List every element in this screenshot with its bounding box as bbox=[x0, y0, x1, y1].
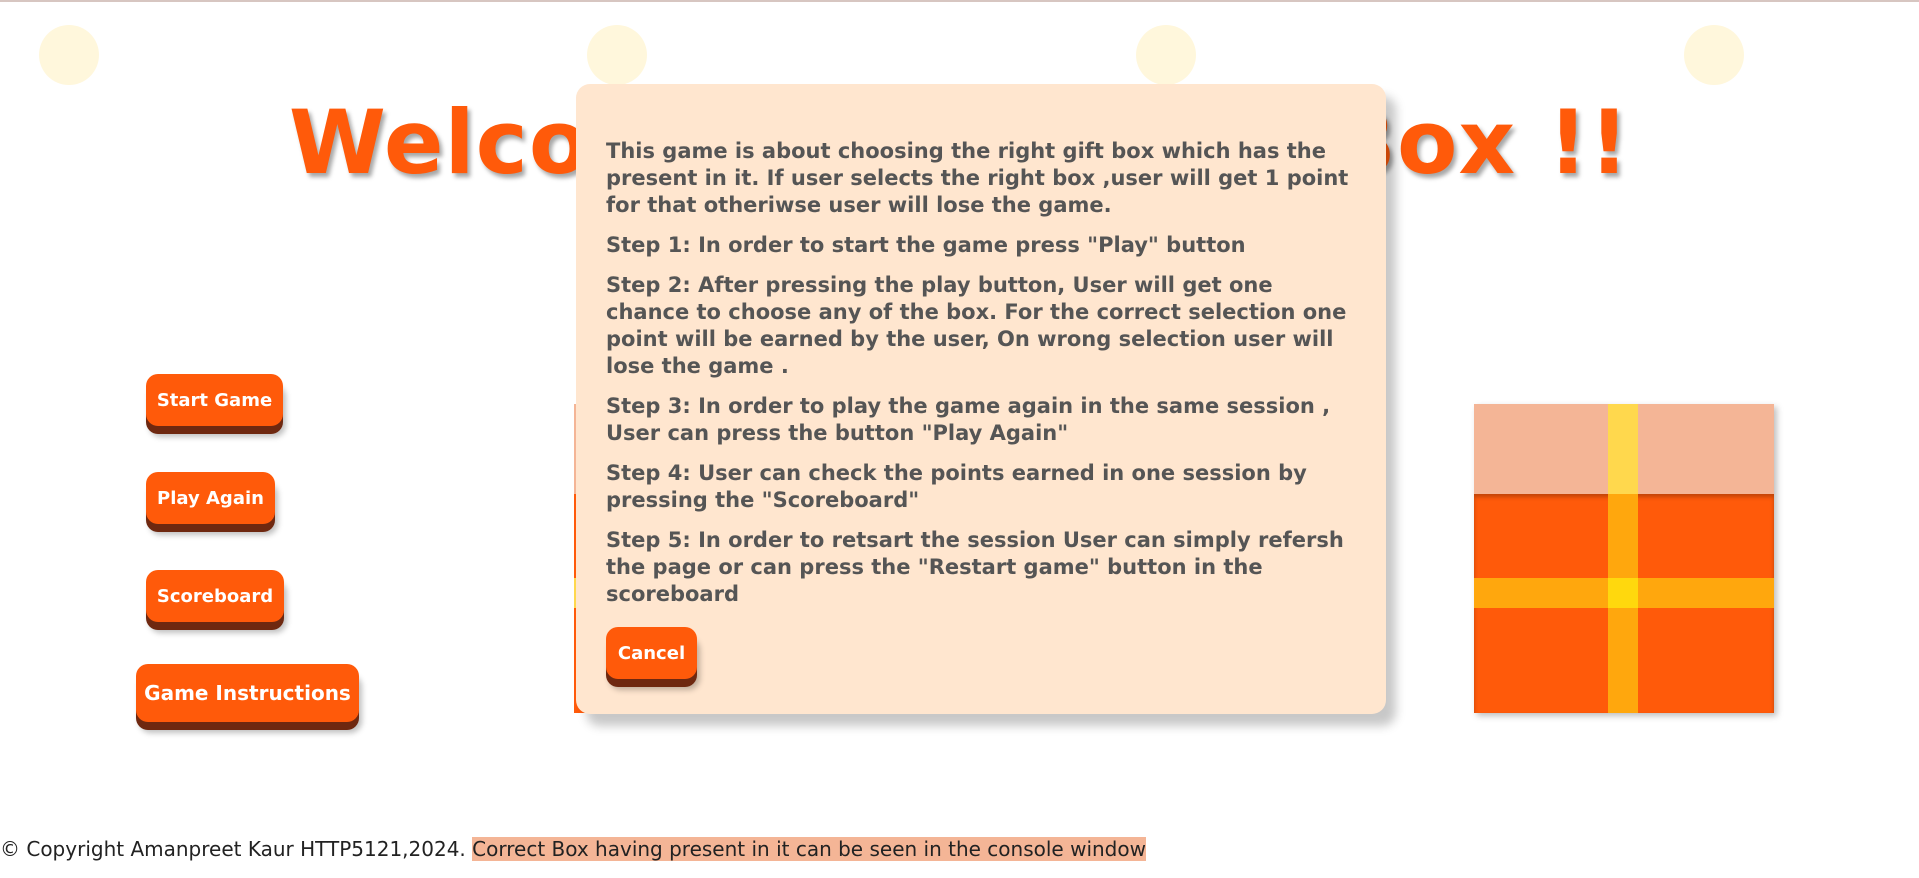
instructions-step-2: Step 2: After pressing the play button, … bbox=[606, 273, 1347, 378]
instructions-step-1: Step 1: In order to start the game press… bbox=[606, 233, 1246, 257]
start-game-button[interactable]: Start Game bbox=[146, 374, 283, 426]
gift-box-right[interactable] bbox=[1474, 404, 1774, 713]
play-again-button[interactable]: Play Again bbox=[146, 472, 275, 524]
instructions-intro: This game is about choosing the right gi… bbox=[606, 139, 1349, 217]
copyright-text: © Copyright Amanpreet Kaur HTTP5121,2024… bbox=[0, 837, 466, 861]
instructions-modal: This game is about choosing the right gi… bbox=[576, 84, 1386, 714]
instructions-step-3: Step 3: In order to play the game again … bbox=[606, 394, 1331, 445]
decor-dot bbox=[39, 25, 99, 85]
cancel-button[interactable]: Cancel bbox=[606, 627, 697, 679]
gift-knot bbox=[1608, 578, 1638, 608]
instructions-step-5: Step 5: In order to retsart the session … bbox=[606, 528, 1344, 606]
scoreboard-button[interactable]: Scoreboard bbox=[146, 570, 284, 622]
top-border bbox=[0, 0, 1919, 2]
decor-dot bbox=[1136, 25, 1196, 85]
console-hint: Correct Box having present in it can be … bbox=[472, 837, 1146, 861]
decor-dot bbox=[1684, 25, 1744, 85]
gift-ribbon-lid bbox=[1608, 404, 1638, 494]
footer: © Copyright Amanpreet Kaur HTTP5121,2024… bbox=[0, 835, 1146, 863]
instructions-step-4: Step 4: User can check the points earned… bbox=[606, 461, 1307, 512]
game-instructions-button[interactable]: Game Instructions bbox=[136, 664, 359, 722]
decor-dot bbox=[587, 25, 647, 85]
